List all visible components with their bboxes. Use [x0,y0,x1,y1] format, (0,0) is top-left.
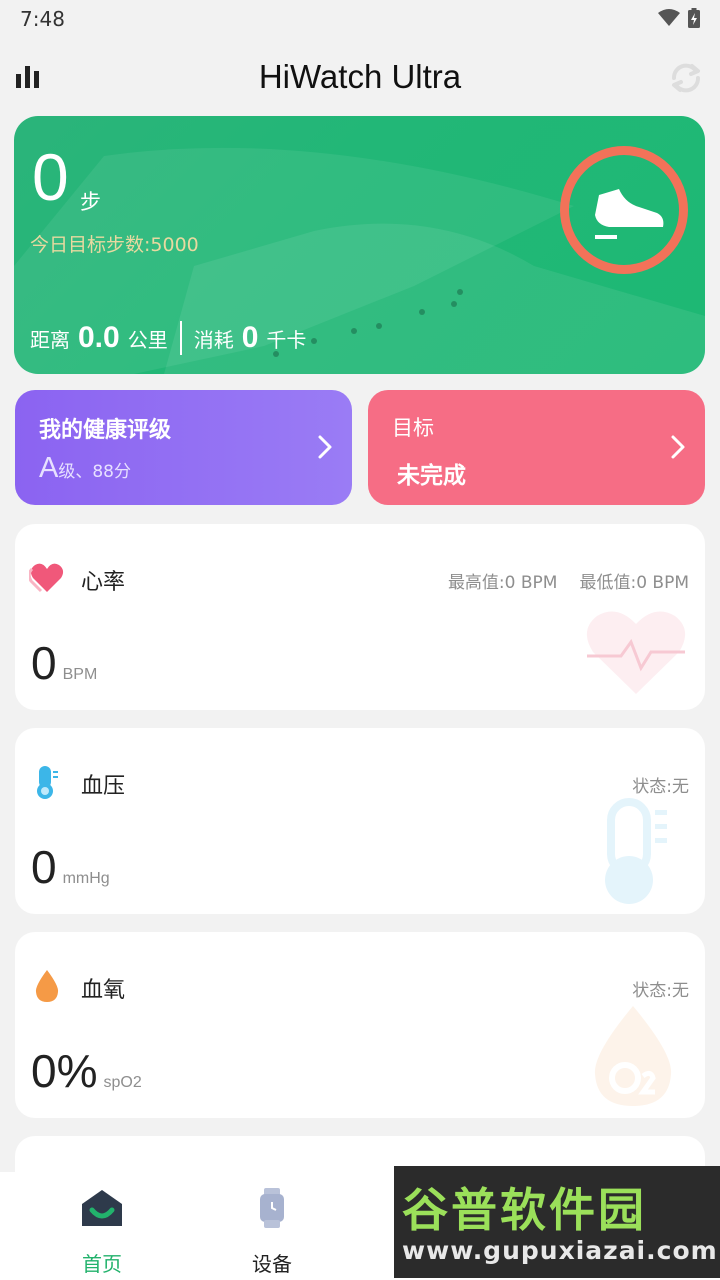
heart-rate-min: 最低值:0 BPM [579,573,689,593]
status-bar: 7:48 [0,0,720,38]
blood-oxygen-unit: spO2 [103,1074,142,1091]
goal-title: 目标 [392,416,434,440]
health-rating-card[interactable]: 我的健康评级 A级、88分 [15,390,352,505]
watch-icon [260,1188,284,1228]
chevron-right-icon [671,435,685,459]
heart-rate-unit: BPM [62,666,98,683]
tab-device[interactable]: 设备 [212,1186,332,1277]
blood-pressure-value: 0 [31,841,57,893]
heart-rate-card[interactable]: 心率 最高值:0 BPM 最低值:0 BPM 0 BPM [15,524,705,710]
wifi-icon [658,9,680,26]
heart-rate-value: 0 [31,637,57,689]
page-title: HiWatch Ultra [258,58,462,95]
chevron-right-icon [318,435,332,459]
blood-pressure-value-row: 0 mmHg [31,842,110,904]
home-icon [82,1190,122,1226]
heart-icon [29,563,64,593]
drop-icon [35,970,59,1002]
watermark: 谷普软件园 www.gupuxiazai.com [394,1166,720,1278]
distance-label: 距离 [30,328,70,352]
summary-divider [179,321,182,355]
calories-value: 0 [241,321,259,354]
status-icons [658,8,700,28]
watermark-url: www.gupuxiazai.com [402,1236,718,1265]
tab-label: 首页 [82,1252,122,1276]
blood-pressure-title: 血压 [81,774,126,799]
steps-summary: 距离 0.0 公里 消耗 0 千卡 [30,321,306,355]
tab-label: 设备 [252,1252,292,1276]
blood-oxygen-title: 血氧 [81,978,126,1003]
heart-rate-max: 最高值:0 BPM [447,573,558,593]
heart-rate-title: 心率 [81,570,126,595]
step-progress-ring [560,146,688,274]
blood-oxygen-value-row: 0% spO2 [31,1046,142,1108]
heart-rate-range: 最高值:0 BPM 最低值:0 BPM [448,568,689,593]
status-time: 7:48 [20,7,65,31]
distance-value: 0.0 [78,321,120,354]
blood-pressure-unit: mmHg [62,870,110,887]
calories-label: 消耗 [193,328,234,352]
goal-status: 未完成 [397,463,466,489]
health-grade-letter: A [39,452,59,484]
steps-target: 今日目标步数:5000 [30,234,199,256]
app-header: HiWatch Ultra [0,46,720,108]
steps-card[interactable]: 0 步 今日目标步数:5000 距离 0.0 公里 消耗 0 千卡 [14,116,705,374]
blood-pressure-card[interactable]: 血压 状态:无 0 mmHg [15,728,705,914]
oxygen-drop-background-icon [594,1006,672,1106]
thermometer-background-icon [605,798,667,904]
blood-oxygen-value: 0% [31,1045,98,1097]
goal-card[interactable]: 目标 未完成 [368,390,705,505]
steps-unit: 步 [80,190,101,214]
shoe-icon [595,189,664,239]
watermark-name: 谷普软件园 [402,1183,647,1237]
blood-pressure-status: 状态:无 [632,777,689,797]
heart-pulse-background-icon [586,611,686,694]
sync-icon[interactable] [666,58,706,98]
distance-unit: 公里 [127,328,168,352]
tab-home[interactable]: 首页 [42,1186,162,1277]
heart-rate-value-row: 0 BPM [31,638,97,700]
blood-oxygen-status: 状态:无 [632,981,689,1001]
health-rating-title: 我的健康评级 [39,418,172,443]
battery-icon [688,8,700,28]
health-grade-text: 级、88分 [58,462,131,482]
health-grade: A级、88分 [39,452,131,485]
calories-unit: 千卡 [266,328,307,352]
blood-oxygen-card[interactable]: 血氧 状态:无 0% spO2 [15,932,705,1118]
steps-count: 0 [32,140,69,214]
thermometer-icon [37,766,58,799]
